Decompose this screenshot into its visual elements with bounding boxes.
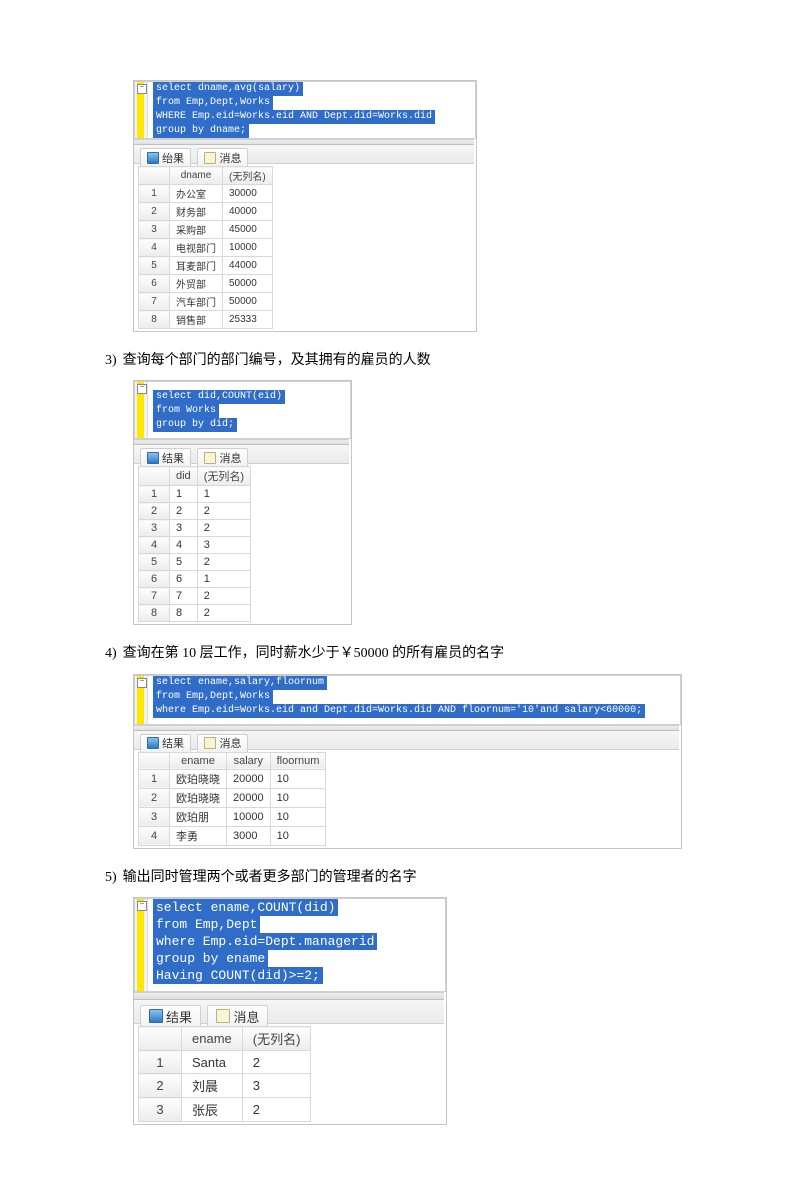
- table-row: 2欧珀晓晓2000010: [139, 788, 326, 807]
- result-tabs: 绐果 消息: [134, 145, 474, 164]
- result-tabs: 结果 消息: [134, 731, 679, 750]
- sql-line: from Emp,Dept,Works: [153, 96, 273, 110]
- tab-messages[interactable]: 消息: [197, 734, 248, 752]
- heading-3: 3)查询每个部门的部门编号，及其拥有的雇员的人数: [105, 350, 703, 372]
- table-row: 552: [139, 554, 251, 571]
- table-row: 7汽车部门50000: [139, 293, 273, 311]
- sql-line: from Emp,Dept: [153, 916, 260, 933]
- collapse-icon[interactable]: −: [137, 678, 147, 688]
- table-row: 1办公室30000: [139, 185, 273, 203]
- sql-editor[interactable]: − select dname,avg(salary) from Emp,Dept…: [134, 81, 476, 139]
- sql-line: Having COUNT(did)>=2;: [153, 967, 323, 984]
- result-tabs: 结果 消息: [134, 1000, 444, 1024]
- sql-line: group by did;: [153, 418, 237, 432]
- sql-line: group by dname;: [153, 124, 249, 138]
- table-row: 661: [139, 571, 251, 588]
- table-row: 222: [139, 503, 251, 520]
- table-row: 4李勇300010: [139, 826, 326, 845]
- collapse-icon[interactable]: −: [137, 384, 147, 394]
- table-row: 2刘晨3: [139, 1074, 311, 1098]
- tab-results[interactable]: 结果: [140, 734, 191, 752]
- sql-line: group by ename: [153, 950, 268, 967]
- table-row: 5耳麦部门44000: [139, 257, 273, 275]
- panel-5: − select ename,COUNT(did) from Emp,Dept …: [133, 897, 447, 1125]
- sql-line: WHERE Emp.eid=Works.eid AND Dept.did=Wor…: [153, 110, 435, 124]
- collapse-icon[interactable]: −: [137, 84, 147, 94]
- table-row: 3欧珀朋1000010: [139, 807, 326, 826]
- table-row: 772: [139, 588, 251, 605]
- sql-line: select ename,COUNT(did): [153, 899, 338, 916]
- grid-icon: [147, 152, 159, 164]
- sql-editor[interactable]: − select did,COUNT(eid) from Works group…: [134, 381, 351, 439]
- table-row: 332: [139, 520, 251, 537]
- tab-messages[interactable]: 消息: [197, 148, 248, 166]
- grid-icon: [147, 452, 159, 464]
- sql-line: select did,COUNT(eid): [153, 390, 285, 404]
- table-row: 6外贸部50000: [139, 275, 273, 293]
- result-grid[interactable]: enamesalaryfloornum 1欧珀晓晓2000010 2欧珀晓晓20…: [138, 752, 326, 846]
- panel-3: − select did,COUNT(eid) from Works group…: [133, 380, 352, 625]
- sql-line: where Emp.eid=Works.eid and Dept.did=Wor…: [153, 704, 645, 718]
- heading-5: 5)输出同时管理两个或者更多部门的管理者的名字: [105, 867, 703, 889]
- sql-line: select dname,avg(salary): [153, 82, 303, 96]
- result-tabs: 结果 消息: [134, 445, 349, 464]
- sql-line: from Works: [153, 404, 219, 418]
- table-row: 3张辰2: [139, 1098, 311, 1122]
- collapse-icon[interactable]: −: [137, 901, 147, 911]
- grid-icon: [147, 737, 159, 749]
- sql-line: from Emp,Dept,Works: [153, 690, 273, 704]
- table-row: 2财务部40000: [139, 203, 273, 221]
- sql-line: select ename,salary,floornum: [153, 676, 327, 690]
- table-row: 882: [139, 605, 251, 622]
- sql-editor[interactable]: − select ename,COUNT(did) from Emp,Dept …: [134, 898, 446, 992]
- message-icon: [204, 152, 216, 164]
- heading-4: 4)查询在第 10 层工作，同时薪水少于￥50000 的所有雇员的名字: [105, 643, 703, 665]
- panel-1: − select dname,avg(salary) from Emp,Dept…: [133, 80, 477, 332]
- result-grid[interactable]: dname(无列名) 1办公室30000 2财务部40000 3采购部45000…: [138, 166, 273, 329]
- tab-messages[interactable]: 消息: [197, 448, 248, 466]
- table-row: 111: [139, 486, 251, 503]
- grid-icon: [149, 1009, 163, 1023]
- tab-results[interactable]: 结果: [140, 1005, 201, 1026]
- panel-4: − select ename,salary,floornum from Emp,…: [133, 674, 682, 849]
- table-row: 3采购部45000: [139, 221, 273, 239]
- tab-messages[interactable]: 消息: [207, 1005, 268, 1026]
- table-row: 1欧珀晓晓2000010: [139, 769, 326, 788]
- tab-results[interactable]: 结果: [140, 448, 191, 466]
- sql-editor[interactable]: − select ename,salary,floornum from Emp,…: [134, 675, 681, 725]
- sql-line: where Emp.eid=Dept.managerid: [153, 933, 377, 950]
- result-grid[interactable]: did(无列名) 111 222 332 443 552 661 772 882: [138, 466, 251, 622]
- table-row: 8销售部25333: [139, 311, 273, 329]
- message-icon: [204, 452, 216, 464]
- result-grid[interactable]: ename(无列名) 1Santa2 2刘晨3 3张辰2: [138, 1026, 311, 1122]
- table-row: 1Santa2: [139, 1051, 311, 1074]
- message-icon: [204, 737, 216, 749]
- message-icon: [216, 1009, 230, 1023]
- table-row: 443: [139, 537, 251, 554]
- tab-results[interactable]: 绐果: [140, 148, 191, 166]
- table-row: 4电视部门10000: [139, 239, 273, 257]
